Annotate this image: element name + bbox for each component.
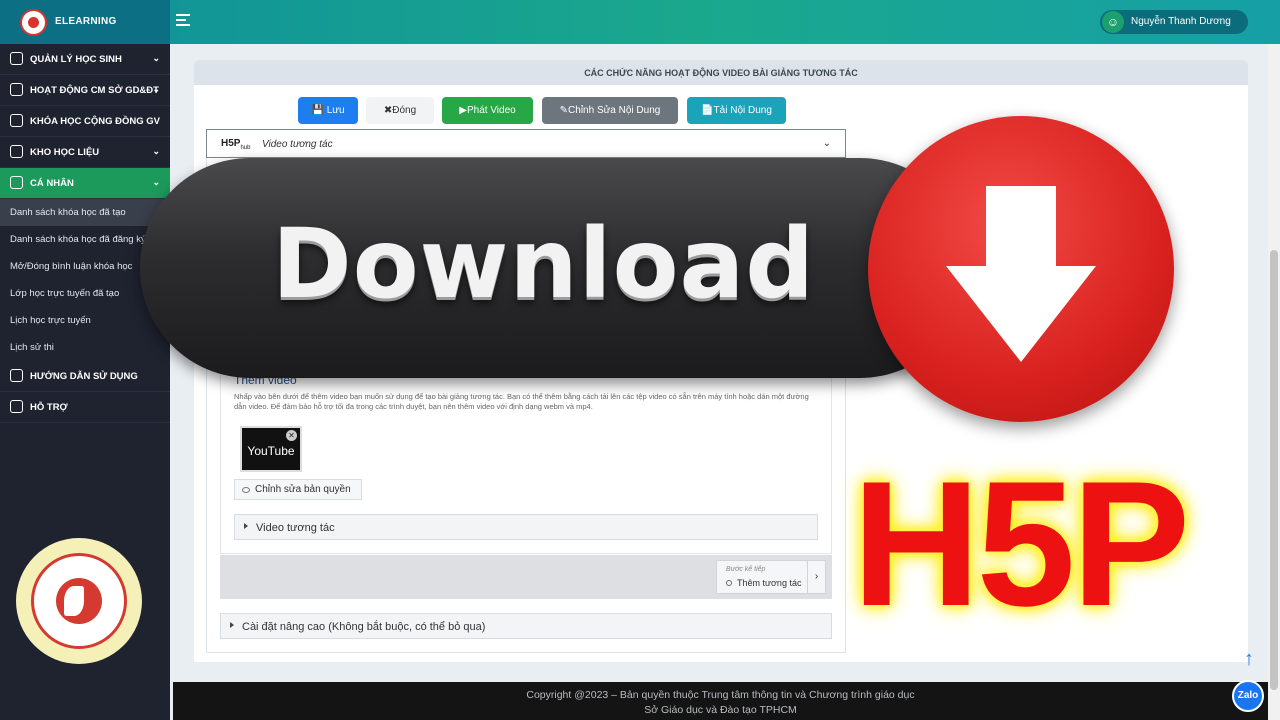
gear-icon <box>10 52 23 65</box>
chart-icon <box>10 83 23 96</box>
sidebar-item-label: KHÓA HỌC CỘNG ĐỒNG GV <box>30 116 161 127</box>
site-footer: Copyright @2023 – Bản quyền thuộc Trung … <box>173 682 1268 720</box>
edit-copyright-button[interactable]: Chỉnh sửa bản quyền <box>234 479 362 500</box>
hamburger-icon[interactable] <box>176 14 190 28</box>
save-button[interactable]: 💾 Lưu <box>298 97 358 124</box>
section-description: Nhấp vào bên dưới để thêm video bạn muốn… <box>234 392 809 411</box>
book-icon <box>10 145 23 158</box>
h5p-content-type-selector[interactable]: H5Phub Video tương tác ⌄ <box>206 129 846 158</box>
content-type-label: Video tương tác <box>262 139 333 150</box>
sidebar-item-label: QUẢN LÝ HỌC SINH <box>30 54 122 65</box>
sidebar-subitem-exam-history[interactable]: Lịch sử thi <box>0 334 170 361</box>
sidebar-item-guide[interactable]: HƯỚNG DẪN SỬ DỤNG <box>0 361 170 392</box>
sidebar-item-label: HOẠT ĐỘNG CM SỞ GD&ĐT <box>30 85 159 96</box>
footer-copyright: Copyright @2023 – Bản quyền thuộc Trung … <box>526 689 915 701</box>
footer-organization: Sở Giáo dục và Đào tạo TPHCM <box>644 704 797 716</box>
user-icon: ☺ <box>1102 11 1124 33</box>
chevron-down-icon[interactable]: ⌄ <box>823 138 831 149</box>
sidebar-item-label: KHO HỌC LIỆU <box>30 147 100 158</box>
sidebar-subitem-created-courses[interactable]: Danh sách khóa học đã tạo <box>0 199 170 226</box>
personal-icon <box>10 176 23 189</box>
sidebar-item-activities[interactable]: HOẠT ĐỘNG CM SỞ GD&ĐT ⌄ <box>0 75 170 106</box>
zalo-chat-button[interactable]: Zalo <box>1232 680 1264 712</box>
copyright-icon <box>242 487 250 493</box>
h5p-hub-logo: H5Phub <box>221 138 251 151</box>
panel-title: CÁC CHỨC NĂNG HOẠT ĐỘNG VIDEO BÀI GIẢNG … <box>584 68 858 78</box>
arrow-up-icon[interactable]: ↑ <box>1236 648 1262 674</box>
play-video-button[interactable]: ▶Phát Video <box>442 97 533 124</box>
remove-icon[interactable]: ✕ <box>286 430 297 441</box>
sidebar-item-support[interactable]: HỖ TRỢ <box>0 392 170 423</box>
caret-right-icon <box>244 523 248 529</box>
caret-right-icon <box>230 622 234 628</box>
h5p-overlay-title: H5P <box>852 444 1190 643</box>
chevron-down-icon: ⌄ <box>152 84 160 94</box>
chevron-down-icon: ⌄ <box>152 53 160 63</box>
school-seal-logo <box>16 538 142 664</box>
next-step-button[interactable]: Bước kế tiếp Thêm tương tác › <box>716 560 826 594</box>
edit-icon <box>10 114 23 127</box>
sidebar-item-library[interactable]: KHO HỌC LIỆU ⌄ <box>0 137 170 168</box>
sidebar-item-personal[interactable]: CÁ NHÂN ⌄ <box>0 168 170 199</box>
guide-icon <box>10 369 23 382</box>
sidebar-item-label: HƯỚNG DẪN SỬ DỤNG <box>30 371 138 382</box>
brand-name: ELEARNING <box>55 16 117 27</box>
top-bar <box>0 0 1280 44</box>
chevron-right-icon: › <box>807 561 825 593</box>
chevron-down-icon: ⌄ <box>152 177 160 187</box>
interaction-icon <box>726 580 732 586</box>
sidebar-subitem-schedule[interactable]: Lịch học trực tuyến <box>0 307 170 334</box>
chevron-down-icon: ⌄ <box>152 146 160 156</box>
edit-content-button[interactable]: ✎Chỉnh Sửa Nội Dung <box>542 97 678 124</box>
scrollbar-thumb[interactable] <box>1270 250 1278 690</box>
brand-logo <box>20 9 47 36</box>
advanced-settings-accordion[interactable]: Cài đặt nâng cao (Không bắt buộc, có thể… <box>220 613 832 639</box>
download-arrow-icon <box>868 116 1174 422</box>
support-icon <box>10 400 23 413</box>
user-name: Nguyễn Thanh Dương <box>1131 16 1231 27</box>
panel-header: CÁC CHỨC NĂNG HOẠT ĐỘNG VIDEO BÀI GIẢNG … <box>194 60 1248 85</box>
sidebar-item-label: CÁ NHÂN <box>30 178 74 189</box>
upload-content-button[interactable]: 📄Tải Nội Dung <box>687 97 786 124</box>
brand[interactable]: ELEARNING <box>0 0 170 44</box>
interactive-video-accordion[interactable]: Video tương tác <box>234 514 818 540</box>
sidebar-item-students[interactable]: QUẢN LÝ HỌC SINH ⌄ <box>0 44 170 75</box>
download-title: Download <box>272 208 816 320</box>
user-menu[interactable]: ☺ Nguyễn Thanh Dương <box>1100 10 1248 34</box>
sidebar-item-label: HỖ TRỢ <box>30 402 68 413</box>
close-button[interactable]: ✖Đóng <box>366 97 434 124</box>
sidebar-item-community[interactable]: KHÓA HỌC CỘNG ĐỒNG GV <box>0 106 170 137</box>
